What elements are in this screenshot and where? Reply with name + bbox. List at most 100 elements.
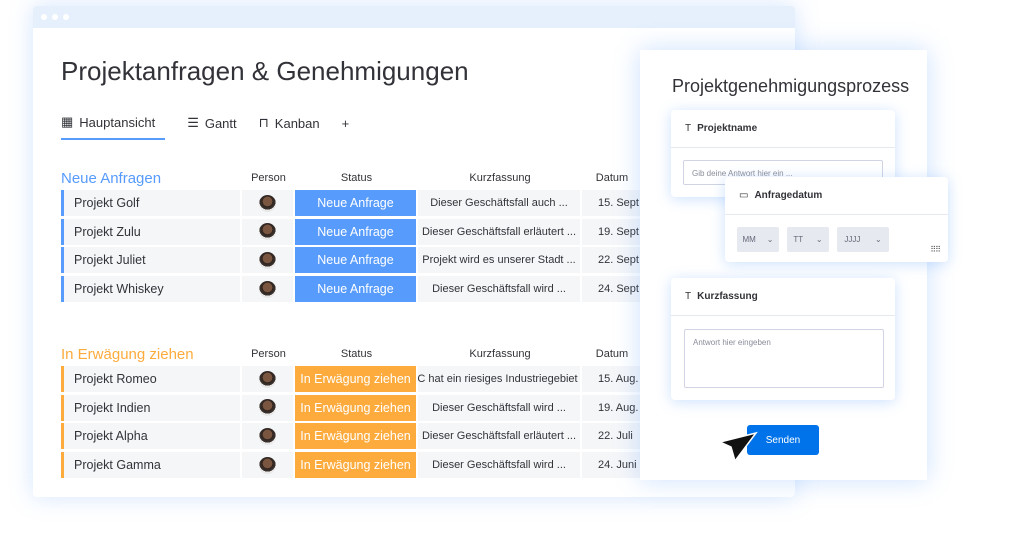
avatar (259, 280, 276, 298)
item-name[interactable]: Projekt Golf (61, 190, 240, 216)
add-view-button[interactable]: + (342, 114, 350, 140)
avatar (259, 370, 276, 388)
datum-cell[interactable]: 19. Aug. (582, 394, 642, 421)
column-header-status: Status (340, 348, 373, 360)
window-titlebar (33, 6, 795, 28)
select-value: JJJJ (844, 235, 861, 244)
group-0: Neue Anfragen Person Status Kurzfassung … (61, 166, 644, 305)
tab-label: Kanban (274, 115, 320, 131)
table-icon: ▦ (61, 114, 74, 129)
chevron-down-icon: ⌄ (815, 235, 823, 244)
group-title[interactable]: In Erwägung ziehen (61, 346, 242, 363)
group-title[interactable]: Neue Anfragen (61, 170, 242, 187)
anfragedatum-card: ▭ Anfragedatum MM ⌄ TT ⌄ JJJJ ⌄ ⠿⠿ (725, 177, 948, 262)
kurzfassung-cell[interactable]: LIC hat ein riesiges Industriegebiet ... (418, 366, 580, 392)
drag-handle-icon[interactable]: ⠿⠿ (930, 245, 941, 254)
day-select[interactable]: TT ⌄ (787, 227, 829, 252)
person-cell[interactable] (242, 218, 293, 245)
select-value: MM (742, 235, 756, 244)
month-select[interactable]: MM ⌄ (737, 227, 779, 252)
column-header-datum: Datum (595, 172, 629, 184)
item-name[interactable]: Projekt Zulu (61, 218, 240, 245)
item-name[interactable]: Projekt Alpha (61, 423, 240, 450)
status-badge[interactable]: In Erwägung ziehen (295, 452, 416, 479)
column-header-person: Person (251, 348, 286, 360)
item-name[interactable]: Projekt Gamma (61, 452, 240, 479)
datum-cell[interactable]: 22. Juli (582, 423, 642, 450)
chevron-down-icon: ⌄ (874, 235, 882, 244)
table-row[interactable]: Projekt Golf Neue Anfrage Dieser Geschäf… (61, 190, 644, 219)
person-cell[interactable] (242, 423, 293, 450)
column-header-status: Status (340, 172, 373, 184)
column-header-datum: Datum (595, 348, 629, 360)
table-row[interactable]: Projekt Gamma In Erwägung ziehen Dieser … (61, 452, 644, 481)
avatar (259, 194, 276, 212)
status-badge[interactable]: Neue Anfrage (295, 218, 416, 245)
form-title: Projektgenehmigungsprozess (672, 76, 910, 96)
datum-cell[interactable]: 19. Sept. (582, 218, 642, 245)
kurzfassung-cell[interactable]: Dieser Geschäftsfall auch ... (418, 190, 580, 216)
select-value: TT (793, 235, 804, 244)
text-icon: T (685, 123, 692, 134)
datum-cell[interactable]: 15. Sept. (582, 190, 642, 216)
year-select[interactable]: JJJJ ⌄ (837, 227, 889, 252)
person-cell[interactable] (242, 366, 293, 392)
datum-cell[interactable]: 15. Aug. (582, 366, 642, 392)
kurzfassung-cell[interactable]: Dieser Geschäftsfall erläutert ... (418, 423, 580, 450)
kurzfassung-cell[interactable]: Dieser Geschäftsfall wird ... (418, 394, 580, 421)
cursor-arrow-icon (718, 431, 758, 463)
table-row[interactable]: Projekt Indien In Erwägung ziehen Dieser… (61, 394, 644, 424)
table-row[interactable]: Projekt Whiskey Neue Anfrage Dieser Gesc… (61, 276, 644, 305)
column-header-kurzfassung: Kurzfassung (469, 348, 531, 360)
field-label: Kurzfassung (697, 291, 758, 302)
avatar (259, 251, 276, 269)
kurzfassung-cell[interactable]: Dieser Geschäftsfall wird ... (418, 452, 580, 479)
tab-hauptansicht[interactable]: ▦ Hauptansicht (61, 114, 166, 140)
tab-label: Hauptansicht (79, 114, 156, 130)
text-icon: T (685, 291, 692, 302)
person-cell[interactable] (242, 247, 293, 274)
field-label: Projektname (697, 123, 758, 134)
item-name[interactable]: Projekt Romeo (61, 366, 240, 392)
kurzfassung-textarea[interactable]: Antwort hier eingeben (684, 329, 884, 388)
table-row[interactable]: Projekt Zulu Neue Anfrage Dieser Geschäf… (61, 218, 644, 248)
avatar (259, 456, 276, 474)
item-name[interactable]: Projekt Juliet (61, 247, 240, 274)
item-name[interactable]: Projekt Indien (61, 394, 240, 421)
field-label: Anfragedatum (754, 190, 823, 201)
tab-gantt[interactable]: ☰ Gantt (187, 114, 236, 140)
table-row[interactable]: Projekt Juliet Neue Anfrage Projekt wird… (61, 247, 644, 276)
table-row[interactable]: Projekt Romeo In Erwägung ziehen LIC hat… (61, 366, 644, 395)
item-name[interactable]: Projekt Whiskey (61, 276, 240, 303)
column-header-person: Person (251, 172, 286, 184)
kanban-icon: ⊓ (258, 115, 269, 130)
datum-cell[interactable]: 24. Sept. (582, 276, 642, 303)
kurzfassung-cell[interactable]: Dieser Geschäftsfall erläutert ... (418, 218, 580, 245)
person-cell[interactable] (242, 276, 293, 303)
window-dot (63, 14, 69, 20)
status-badge[interactable]: In Erwägung ziehen (295, 394, 416, 421)
view-tabs: ▦ Hauptansicht ☰ Gantt ⊓ Kanban + (61, 114, 349, 140)
page-title: Projektanfragen & Genehmigungen (61, 56, 469, 86)
status-badge[interactable]: In Erwägung ziehen (295, 423, 416, 450)
window-dot (52, 14, 58, 20)
datum-cell[interactable]: 24. Juni (582, 452, 642, 479)
table-row[interactable]: Projekt Alpha In Erwägung ziehen Dieser … (61, 423, 644, 452)
kurzfassung-cell[interactable]: Dieser Geschäftsfall wird ... (418, 276, 580, 303)
person-cell[interactable] (242, 190, 293, 216)
kurzfassung-card: T Kurzfassung Antwort hier eingeben (671, 278, 895, 400)
gantt-icon: ☰ (187, 115, 199, 130)
window-dot (41, 14, 47, 20)
avatar (259, 399, 276, 417)
datum-cell[interactable]: 22. Sept. (582, 247, 642, 274)
tab-kanban[interactable]: ⊓ Kanban (259, 114, 320, 140)
column-header-kurzfassung: Kurzfassung (469, 172, 531, 184)
status-badge[interactable]: Neue Anfrage (295, 190, 416, 216)
status-badge[interactable]: Neue Anfrage (295, 247, 416, 274)
person-cell[interactable] (242, 394, 293, 421)
person-cell[interactable] (242, 452, 293, 479)
kurzfassung-cell[interactable]: Projekt wird es unserer Stadt ... (418, 247, 580, 274)
status-badge[interactable]: In Erwägung ziehen (295, 366, 416, 392)
avatar (259, 223, 276, 241)
status-badge[interactable]: Neue Anfrage (295, 276, 416, 303)
